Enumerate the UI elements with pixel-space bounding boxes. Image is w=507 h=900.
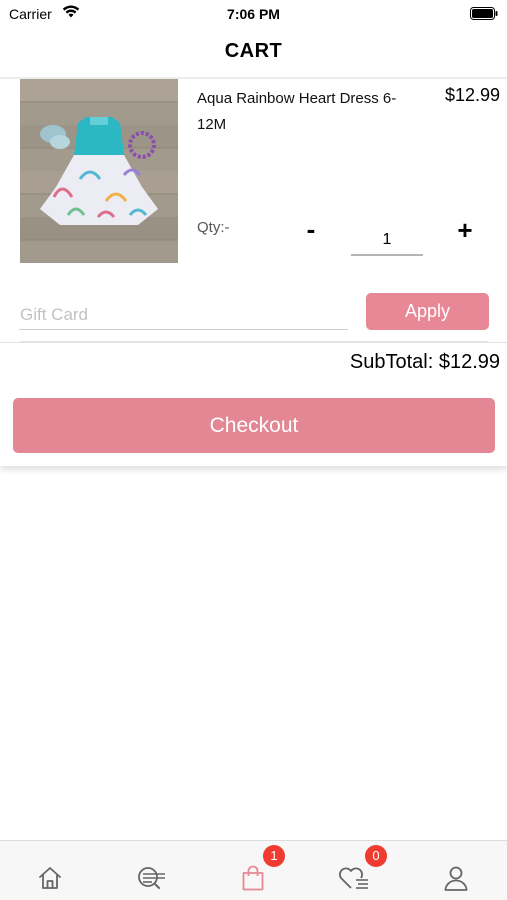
tab-wishlist[interactable]: 0 (313, 841, 393, 900)
tab-profile[interactable] (416, 841, 496, 900)
tab-cart[interactable]: 1 (213, 841, 293, 900)
checkout-button[interactable]: Checkout (13, 398, 495, 453)
status-bar: Carrier 7:06 PM (0, 0, 507, 28)
subtotal-label: SubTotal: $12.99 (349, 351, 500, 373)
tab-search[interactable] (111, 841, 191, 900)
tab-home[interactable] (10, 841, 90, 900)
page-title: CART (224, 40, 283, 62)
cart-count-badge: 1 (263, 845, 285, 867)
product-name[interactable]: Aqua Rainbow Heart Dress 6-12M (197, 86, 417, 138)
apply-gift-card-button[interactable]: Apply (366, 293, 489, 330)
gift-card-input[interactable] (19, 300, 348, 330)
decrease-quantity-button[interactable]: - (296, 216, 326, 246)
increase-quantity-button[interactable]: + (450, 216, 480, 246)
home-icon (39, 867, 61, 889)
quantity-input[interactable] (351, 222, 423, 256)
wishlist-count-badge: 0 (365, 845, 387, 867)
product-price: $12.99 (444, 85, 500, 105)
tab-bar: 1 0 (0, 840, 507, 900)
shopping-bag-icon (242, 865, 264, 891)
order-summary: SubTotal: $12.99 Checkout (0, 342, 507, 466)
profile-icon (444, 866, 468, 891)
status-time: 7:06 PM (227, 6, 280, 22)
battery-icon (470, 7, 498, 20)
quantity-label: Qty:- (197, 219, 230, 236)
cart-item: Aqua Rainbow Heart Dress 6-12M $12.99 Qt… (0, 79, 507, 342)
search-list-icon (138, 867, 165, 889)
wishlist-heart-icon (339, 867, 368, 889)
product-image[interactable] (20, 79, 178, 263)
